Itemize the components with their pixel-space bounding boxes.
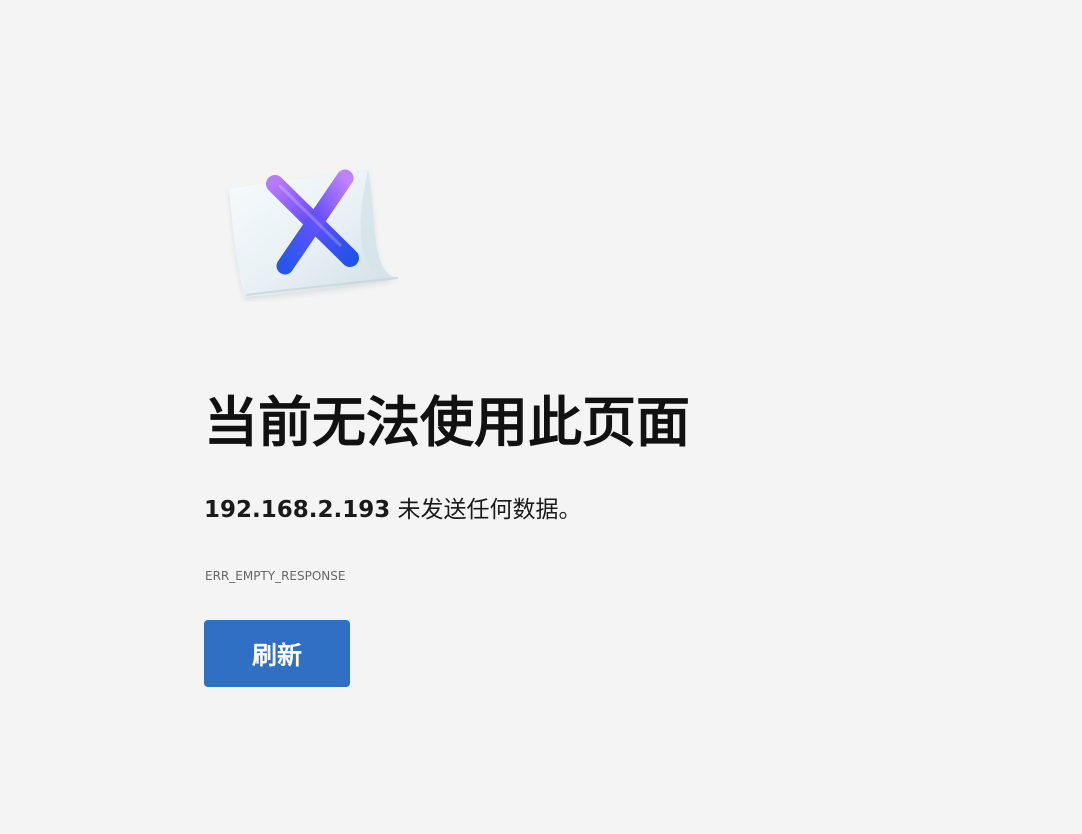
host-address: 192.168.2.193 [204, 497, 391, 523]
error-message: 192.168.2.193 未发送任何数据。 [204, 494, 582, 526]
reload-button[interactable]: 刷新 [204, 620, 350, 687]
error-x-note-icon [222, 166, 404, 302]
error-code: ERR_EMPTY_RESPONSE [205, 569, 346, 583]
error-page: 当前无法使用此页面 192.168.2.193 未发送任何数据。 ERR_EMP… [0, 0, 1082, 834]
page-title: 当前无法使用此页面 [204, 391, 690, 454]
error-description: 未发送任何数据。 [390, 497, 582, 523]
